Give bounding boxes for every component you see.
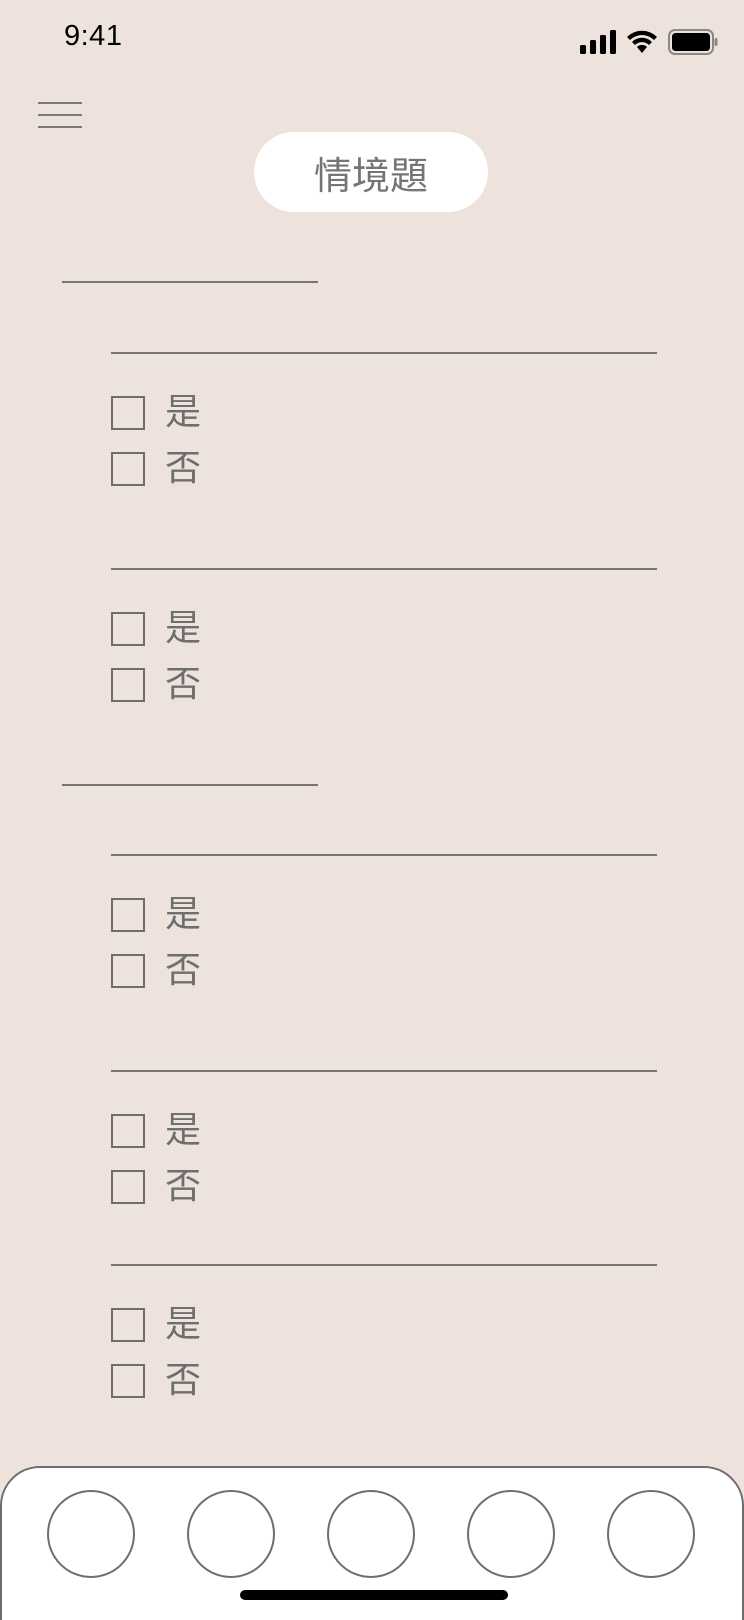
- question-line: [111, 1070, 657, 1072]
- checkbox-yes[interactable]: [111, 898, 145, 932]
- option-no: 否: [111, 951, 201, 991]
- checkbox-no[interactable]: [111, 452, 145, 486]
- option-label: 是: [165, 608, 202, 649]
- checkbox-yes[interactable]: [111, 612, 145, 646]
- option-label: 是: [165, 392, 202, 433]
- option-yes: 是: [111, 393, 201, 433]
- option-label: 否: [165, 950, 202, 991]
- option-no: 否: [111, 1361, 201, 1401]
- question-line: [111, 1264, 657, 1266]
- option-label: 是: [165, 1304, 202, 1345]
- page-title: 情境題: [254, 132, 488, 212]
- option-yes: 是: [111, 1305, 201, 1345]
- section-heading-line: [62, 784, 318, 786]
- checkbox-no[interactable]: [111, 1364, 145, 1398]
- checkbox-yes[interactable]: [111, 1114, 145, 1148]
- option-no: 否: [111, 1167, 201, 1207]
- question-line: [111, 854, 657, 856]
- checkbox-no[interactable]: [111, 668, 145, 702]
- option-label: 是: [165, 1110, 202, 1151]
- checkbox-no[interactable]: [111, 954, 145, 988]
- menu-line: [38, 114, 82, 116]
- menu-line: [38, 126, 82, 128]
- tab-button-5[interactable]: [607, 1490, 695, 1578]
- option-label: 否: [165, 664, 202, 705]
- menu-line: [38, 102, 82, 104]
- battery-icon: [668, 29, 718, 55]
- option-label: 否: [165, 1360, 202, 1401]
- section-heading-line: [62, 281, 318, 283]
- tab-button-4[interactable]: [467, 1490, 555, 1578]
- option-label: 否: [165, 448, 202, 489]
- status-icons: [580, 28, 718, 56]
- hamburger-menu-icon[interactable]: [38, 98, 84, 132]
- option-yes: 是: [111, 609, 201, 649]
- checkbox-yes[interactable]: [111, 1308, 145, 1342]
- checkbox-yes[interactable]: [111, 396, 145, 430]
- option-yes: 是: [111, 895, 201, 935]
- option-yes: 是: [111, 1111, 201, 1151]
- question-line: [111, 352, 657, 354]
- option-no: 否: [111, 449, 201, 489]
- tab-button-3[interactable]: [327, 1490, 415, 1578]
- tab-button-2[interactable]: [187, 1490, 275, 1578]
- option-no: 否: [111, 665, 201, 705]
- status-time: 9:41: [64, 20, 123, 52]
- tab-button-1[interactable]: [47, 1490, 135, 1578]
- cellular-signal-icon: [580, 30, 616, 54]
- option-label: 否: [165, 1166, 202, 1207]
- option-label: 是: [165, 894, 202, 935]
- home-indicator[interactable]: [240, 1590, 508, 1600]
- question-line: [111, 568, 657, 570]
- status-bar: 9:41: [0, 0, 744, 80]
- checkbox-no[interactable]: [111, 1170, 145, 1204]
- wifi-icon: [627, 30, 657, 53]
